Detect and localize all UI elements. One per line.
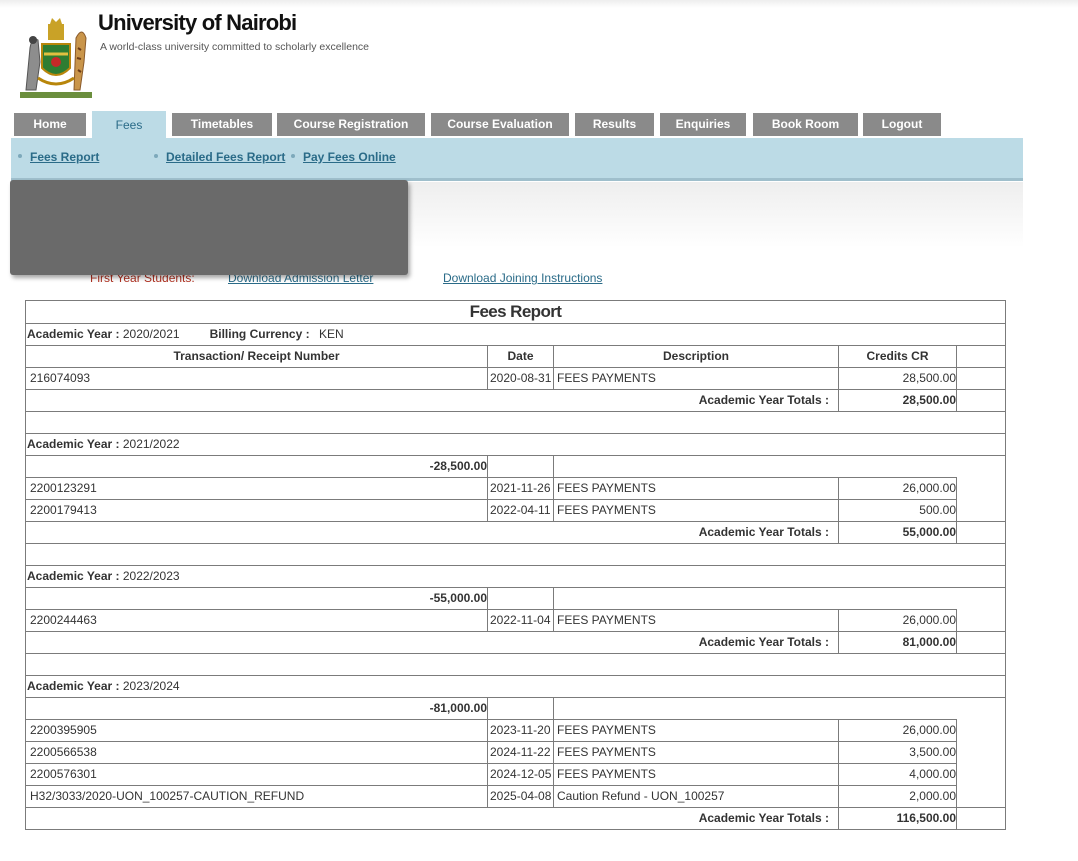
top-shade xyxy=(0,0,1078,8)
academic-year-label: Academic Year : xyxy=(27,569,123,583)
tab-course-registration[interactable]: Course Registration xyxy=(277,113,425,136)
site-tagline: A world-class university committed to sc… xyxy=(100,41,370,53)
receipt-number-cell: 2200566538 xyxy=(25,741,488,764)
redaction-box xyxy=(10,180,408,275)
date-cell: 2025-04-08 xyxy=(487,785,554,808)
column-header-description: Description xyxy=(553,345,839,368)
totals-label: Academic Year Totals : xyxy=(25,389,839,412)
totals-label: Academic Year Totals : xyxy=(25,807,839,830)
academic-year-value: 2020/2021 xyxy=(122,327,180,341)
academic-year-value: 2023/2024 xyxy=(122,679,180,693)
credit-cell: 26,000.00 xyxy=(838,477,957,500)
header-filler xyxy=(956,345,1006,368)
academic-year-row: Academic Year : 2022/2023 xyxy=(25,565,1006,588)
site-title: University of Nairobi xyxy=(98,10,297,35)
bullet-icon xyxy=(154,154,158,158)
date-cell: 2024-11-22 xyxy=(487,741,554,764)
totals-filler xyxy=(956,389,1006,412)
credit-cell: 4,000.00 xyxy=(838,763,957,786)
tab-results[interactable]: Results xyxy=(575,113,654,136)
sublink-detailed-fees-report[interactable]: Detailed Fees Report xyxy=(166,150,285,164)
tab-timetables[interactable]: Timetables xyxy=(172,113,272,136)
totals-label: Academic Year Totals : xyxy=(25,631,839,654)
receipt-number-cell: 2200395905 xyxy=(25,719,488,742)
description-cell: FEES PAYMENTS xyxy=(553,741,839,764)
receipt-number-cell: 2200576301 xyxy=(25,763,488,786)
description-cell: Caution Refund - UON_100257 xyxy=(553,785,839,808)
download-joining-instructions-link[interactable]: Download Joining Instructions xyxy=(443,271,602,285)
opening-date-empty xyxy=(487,697,554,720)
credit-cell: 2,000.00 xyxy=(838,785,957,808)
tab-book-room[interactable]: Book Room xyxy=(753,113,858,136)
tab-enquiries[interactable]: Enquiries xyxy=(660,113,746,136)
totals-filler xyxy=(956,631,1006,654)
description-cell: FEES PAYMENTS xyxy=(553,499,839,522)
academic-year-label: Academic Year : xyxy=(27,437,123,451)
sub-nav: Fees Report Detailed Fees Report Pay Fee… xyxy=(11,138,1023,181)
report-title: Fees Report xyxy=(25,300,1006,324)
column-header-credits: Credits CR xyxy=(838,345,957,368)
description-cell: FEES PAYMENTS xyxy=(553,763,839,786)
bullet-icon xyxy=(291,154,295,158)
totals-value: 55,000.00 xyxy=(838,521,957,544)
opening-balance: -81,000.00 xyxy=(25,697,488,720)
academic-year-row: Academic Year : 2021/2022 xyxy=(25,433,1006,456)
credit-cell: 26,000.00 xyxy=(838,719,957,742)
date-cell: 2021-11-26 xyxy=(487,477,554,500)
column-header-receipt: Transaction/ Receipt Number xyxy=(25,345,488,368)
credit-cell: 26,000.00 xyxy=(838,609,957,632)
credit-cell: 3,500.00 xyxy=(838,741,957,764)
column-header-date: Date xyxy=(487,345,554,368)
receipt-number-cell: 216074093 xyxy=(25,367,488,390)
receipt-number-cell: 2200244463 xyxy=(25,609,488,632)
date-cell: 2020-08-31 xyxy=(487,367,554,390)
spacer-row xyxy=(25,653,1006,676)
totals-value: 116,500.00 xyxy=(838,807,957,830)
academic-year-label: Academic Year : xyxy=(27,327,123,341)
opening-balance: -55,000.00 xyxy=(25,587,488,610)
academic-year-value: 2021/2022 xyxy=(122,437,180,451)
academic-year-label: Academic Year : xyxy=(27,679,123,693)
date-cell: 2023-11-20 xyxy=(487,719,554,742)
credit-cell: 28,500.00 xyxy=(838,367,957,390)
description-cell: FEES PAYMENTS xyxy=(553,719,839,742)
opening-date-empty xyxy=(487,455,554,478)
receipt-number-cell: 2200123291 xyxy=(25,477,488,500)
spacer-row xyxy=(25,411,1006,434)
description-cell: FEES PAYMENTS xyxy=(553,609,839,632)
receipt-number-cell: 2200179413 xyxy=(25,499,488,522)
academic-year-row: Academic Year : 2023/2024 xyxy=(25,675,1006,698)
description-cell: FEES PAYMENTS xyxy=(553,367,839,390)
receipt-number-cell: H32/3033/2020-UON_100257-CAUTION_REFUND xyxy=(25,785,488,808)
credit-cell: 500.00 xyxy=(838,499,957,522)
sublink-fees-report[interactable]: Fees Report xyxy=(30,150,99,164)
date-cell: 2024-12-05 xyxy=(487,763,554,786)
opening-balance: -28,500.00 xyxy=(25,455,488,478)
coat-of-arms-icon xyxy=(20,18,92,98)
totals-filler xyxy=(956,807,1006,830)
totals-filler xyxy=(956,521,1006,544)
totals-label: Academic Year Totals : xyxy=(25,521,839,544)
tab-course-evaluation[interactable]: Course Evaluation xyxy=(431,113,569,136)
tab-home[interactable]: Home xyxy=(14,113,86,136)
date-cell: 2022-11-04 xyxy=(487,609,554,632)
academic-year-row: Academic Year : 2020/2021 Billing Currenc… xyxy=(25,323,1006,346)
bullet-icon xyxy=(18,154,22,158)
billing-currency-value: KEN xyxy=(318,327,344,341)
date-cell: 2022-04-11 xyxy=(487,499,554,522)
sublink-pay-fees-online[interactable]: Pay Fees Online xyxy=(303,150,396,164)
totals-value: 81,000.00 xyxy=(838,631,957,654)
tab-fees[interactable]: Fees xyxy=(92,111,166,139)
spacer-row xyxy=(25,543,1006,566)
opening-date-empty xyxy=(487,587,554,610)
billing-currency-label: Billing Currency : xyxy=(209,327,313,341)
totals-value: 28,500.00 xyxy=(838,389,957,412)
description-cell: FEES PAYMENTS xyxy=(553,477,839,500)
academic-year-value: 2022/2023 xyxy=(122,569,180,583)
tab-logout[interactable]: Logout xyxy=(863,113,941,136)
